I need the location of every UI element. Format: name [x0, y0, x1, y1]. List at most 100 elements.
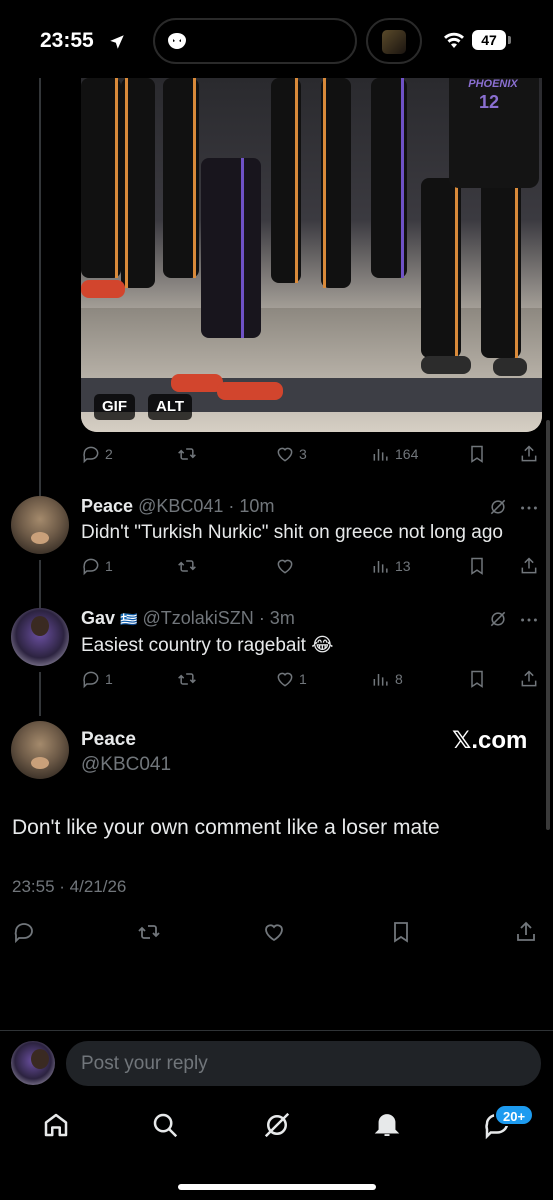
sneaker: [421, 356, 471, 374]
status-time: 23:55: [40, 29, 94, 52]
jersey-text: PHOENIX: [468, 78, 518, 90]
bookmark-icon: [471, 670, 483, 688]
like-button[interactable]: [262, 920, 286, 944]
repost-button[interactable]: [137, 920, 161, 944]
thread-line: [39, 672, 41, 716]
display-name[interactable]: Gav: [81, 608, 115, 628]
tweet-text: Easiest country to ragebait 😂: [81, 635, 334, 656]
alt-badge[interactable]: ALT: [148, 394, 193, 420]
nav-grok[interactable]: [262, 1110, 292, 1140]
share-button[interactable]: [519, 667, 539, 691]
tweet-text: Don't like your own comment like a loser…: [12, 816, 440, 839]
views-chart-icon: [373, 674, 388, 686]
views-button[interactable]: 164: [371, 442, 418, 466]
view-count: 13: [395, 558, 411, 574]
reply-button[interactable]: 2: [81, 442, 113, 466]
tweet-header: Gav 🇬🇷 @TzolakiSZN · 3m: [81, 608, 295, 629]
gif-badge: GIF: [94, 394, 135, 420]
repost-button[interactable]: [177, 667, 197, 691]
heart-icon: [277, 447, 293, 462]
username[interactable]: @KBC041: [138, 496, 223, 516]
avatar[interactable]: [11, 721, 69, 779]
bookmark-button[interactable]: [467, 442, 487, 466]
share-button[interactable]: [519, 442, 539, 466]
bookmark-button[interactable]: [467, 667, 487, 691]
views-button[interactable]: 13: [371, 554, 411, 578]
reply-icon: [83, 446, 99, 464]
my-avatar[interactable]: [11, 1041, 55, 1085]
dynamic-island-media[interactable]: [366, 18, 422, 64]
main-tweet-actions: [0, 920, 553, 946]
tweet-actions: 1 1 8: [81, 667, 541, 691]
tweet-actions: 2 3 164: [81, 442, 541, 466]
bat-mask-icon: [168, 33, 186, 49]
reply-icon: [14, 923, 33, 944]
share-icon: [521, 670, 537, 687]
avatar[interactable]: [11, 608, 69, 666]
more-options-icon[interactable]: [518, 497, 540, 519]
views-button[interactable]: 8: [371, 667, 403, 691]
status-bar: 23:55 47: [0, 0, 553, 80]
player-leg: [481, 178, 521, 358]
player-leg: [201, 158, 261, 338]
bottom-nav: [0, 1100, 553, 1156]
messages-badge: 20+: [494, 1104, 535, 1126]
now-playing-thumbnail: [382, 30, 406, 54]
tweet-timestamp: 23:55 · 4/21/26: [12, 877, 127, 896]
tweet-header: Peace @KBC041 · 10m: [81, 496, 274, 517]
views-chart-icon: [373, 561, 388, 573]
nav-search[interactable]: [150, 1110, 180, 1140]
reply-icon: [83, 671, 99, 689]
username[interactable]: @TzolakiSZN: [143, 608, 254, 628]
tweet-gif[interactable]: PHOENIX 12: [81, 78, 542, 432]
reply-button[interactable]: 1: [81, 667, 113, 691]
bookmark-icon: [471, 557, 483, 575]
bookmark-button[interactable]: [389, 920, 413, 944]
grok-icon: [264, 1112, 290, 1138]
grok-icon[interactable]: [488, 497, 508, 517]
scrollbar[interactable]: [546, 420, 550, 830]
heart-icon: [277, 559, 293, 574]
repost-icon: [178, 448, 196, 460]
bookmark-button[interactable]: [467, 554, 487, 578]
like-button[interactable]: 3: [275, 442, 307, 466]
share-button[interactable]: [514, 920, 538, 944]
player-leg: [321, 78, 351, 288]
more-options-icon[interactable]: [518, 609, 540, 631]
avatar[interactable]: [11, 496, 69, 554]
tweet-text: Didn't "Turkish Nurkic" shit on greece n…: [81, 522, 503, 543]
display-name[interactable]: Peace: [81, 496, 133, 516]
nav-home[interactable]: [41, 1110, 71, 1140]
bell-icon: [374, 1114, 400, 1136]
sneaker: [493, 358, 527, 376]
reply-input[interactable]: Post your reply: [66, 1041, 541, 1086]
reply-icon: [83, 558, 99, 576]
repost-button[interactable]: [177, 442, 197, 466]
thread-line: [39, 78, 41, 496]
share-button[interactable]: [519, 554, 539, 578]
share-icon: [517, 921, 535, 941]
wifi-icon: [444, 32, 464, 48]
share-icon: [521, 557, 537, 574]
username[interactable]: @KBC041: [81, 754, 171, 776]
like-button[interactable]: 1: [275, 667, 307, 691]
display-name[interactable]: Peace: [81, 729, 136, 751]
reply-count: 2: [105, 446, 113, 462]
home-icon: [44, 1113, 68, 1137]
reply-button[interactable]: 1: [81, 554, 113, 578]
bookmark-icon: [471, 445, 483, 463]
tweet-actions: 1 13: [81, 554, 541, 578]
views-chart-icon: [373, 449, 388, 461]
like-count: 1: [299, 671, 307, 687]
reply-button[interactable]: [12, 920, 36, 944]
grok-icon[interactable]: [488, 609, 508, 629]
search-icon: [153, 1113, 178, 1138]
like-count: 3: [299, 446, 307, 462]
repost-icon: [138, 925, 160, 939]
dynamic-island-activity[interactable]: [153, 18, 357, 64]
repost-button[interactable]: [177, 554, 197, 578]
nav-notifications[interactable]: [372, 1110, 402, 1140]
like-button[interactable]: [275, 554, 295, 578]
player-leg: [271, 78, 301, 283]
home-indicator[interactable]: [178, 1184, 376, 1190]
